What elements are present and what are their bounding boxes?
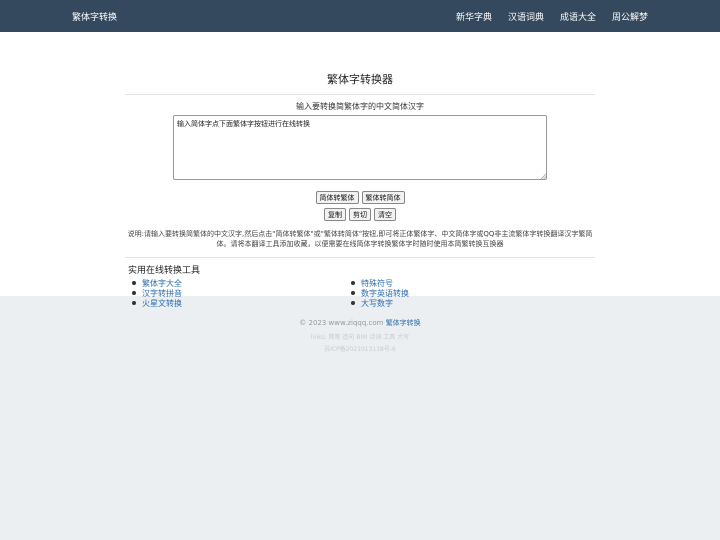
tool-list-right: 特殊符号 数字英语转换 大写数字 <box>351 278 409 308</box>
tool-link-uppercase-numbers[interactable]: 大写数字 <box>361 298 393 309</box>
description-divider <box>125 257 595 258</box>
list-item: 大写数字 <box>351 298 409 308</box>
cut-button[interactable]: 剪切 <box>349 208 371 221</box>
title-divider <box>125 94 595 95</box>
top-navbar: 繁体字转换 新华字典 汉语词典 成语大全 周公解梦 <box>0 0 720 32</box>
nav-link-dream-interpretation[interactable]: 周公解梦 <box>612 10 648 23</box>
bullet-icon <box>351 301 355 305</box>
footer-links[interactable]: links: 简笔 造句 BMI 诗词 工具 大写 <box>0 332 720 341</box>
tools-heading: 实用在线转换工具 <box>128 266 201 276</box>
site-brand-link[interactable]: 繁体字转换 <box>72 10 117 23</box>
input-prompt: 输入要转换简繁体字的中文简体汉字 <box>296 102 424 111</box>
bullet-icon <box>132 281 136 285</box>
nav-link-xinhua-dictionary[interactable]: 新华字典 <box>456 10 492 23</box>
usage-description: 说明:请输入要转换简繁体的中文汉字,然后点击"简体转繁体"或"繁体转简体"按钮,… <box>127 230 593 248</box>
bullet-icon <box>351 281 355 285</box>
list-item: 特殊符号 <box>351 278 409 288</box>
clear-button[interactable]: 清空 <box>374 208 396 221</box>
tool-list-left: 繁体字大全 汉字转拼音 火星文转换 <box>132 278 182 308</box>
resize-grip-icon[interactable] <box>540 173 546 179</box>
main-content: 繁体字转换器 输入要转换简繁体字的中文简体汉字 输入简体字点下面繁体字按钮进行在… <box>0 32 720 308</box>
conversion-textarea[interactable]: 输入简体字点下面繁体字按钮进行在线转换 <box>173 115 547 180</box>
tool-link-martian-text[interactable]: 火星文转换 <box>142 298 182 309</box>
list-item: 繁体字大全 <box>132 278 182 288</box>
traditional-to-simplified-button[interactable]: 繁体转简体 <box>361 191 405 204</box>
conversion-buttons: 简体转繁体 繁体转简体 <box>0 191 720 204</box>
list-item: 火星文转换 <box>132 298 182 308</box>
list-item: 汉字转拼音 <box>132 288 182 298</box>
copy-button[interactable]: 复制 <box>324 208 346 221</box>
page-title: 繁体字转换器 <box>327 73 393 86</box>
footer-site-link[interactable]: 繁体字转换 <box>386 319 421 327</box>
icp-license[interactable]: 苏ICP备2021013118号-6 <box>0 344 720 353</box>
nav-link-chinese-dictionary[interactable]: 汉语词典 <box>508 10 544 23</box>
bullet-icon <box>351 291 355 295</box>
bullet-icon <box>132 301 136 305</box>
copyright-text: © 2023 www.ziqqq.com <box>299 319 384 327</box>
list-item: 数字英语转换 <box>351 288 409 298</box>
nav-links: 新华字典 汉语词典 成语大全 周公解梦 <box>456 10 648 23</box>
nav-link-idioms[interactable]: 成语大全 <box>560 10 596 23</box>
bullet-icon <box>132 291 136 295</box>
edit-buttons: 复制 剪切 清空 <box>0 208 720 221</box>
copyright-line: © 2023 www.ziqqq.com 繁体字转换 <box>0 318 720 328</box>
simplified-to-traditional-button[interactable]: 简体转繁体 <box>315 191 359 204</box>
